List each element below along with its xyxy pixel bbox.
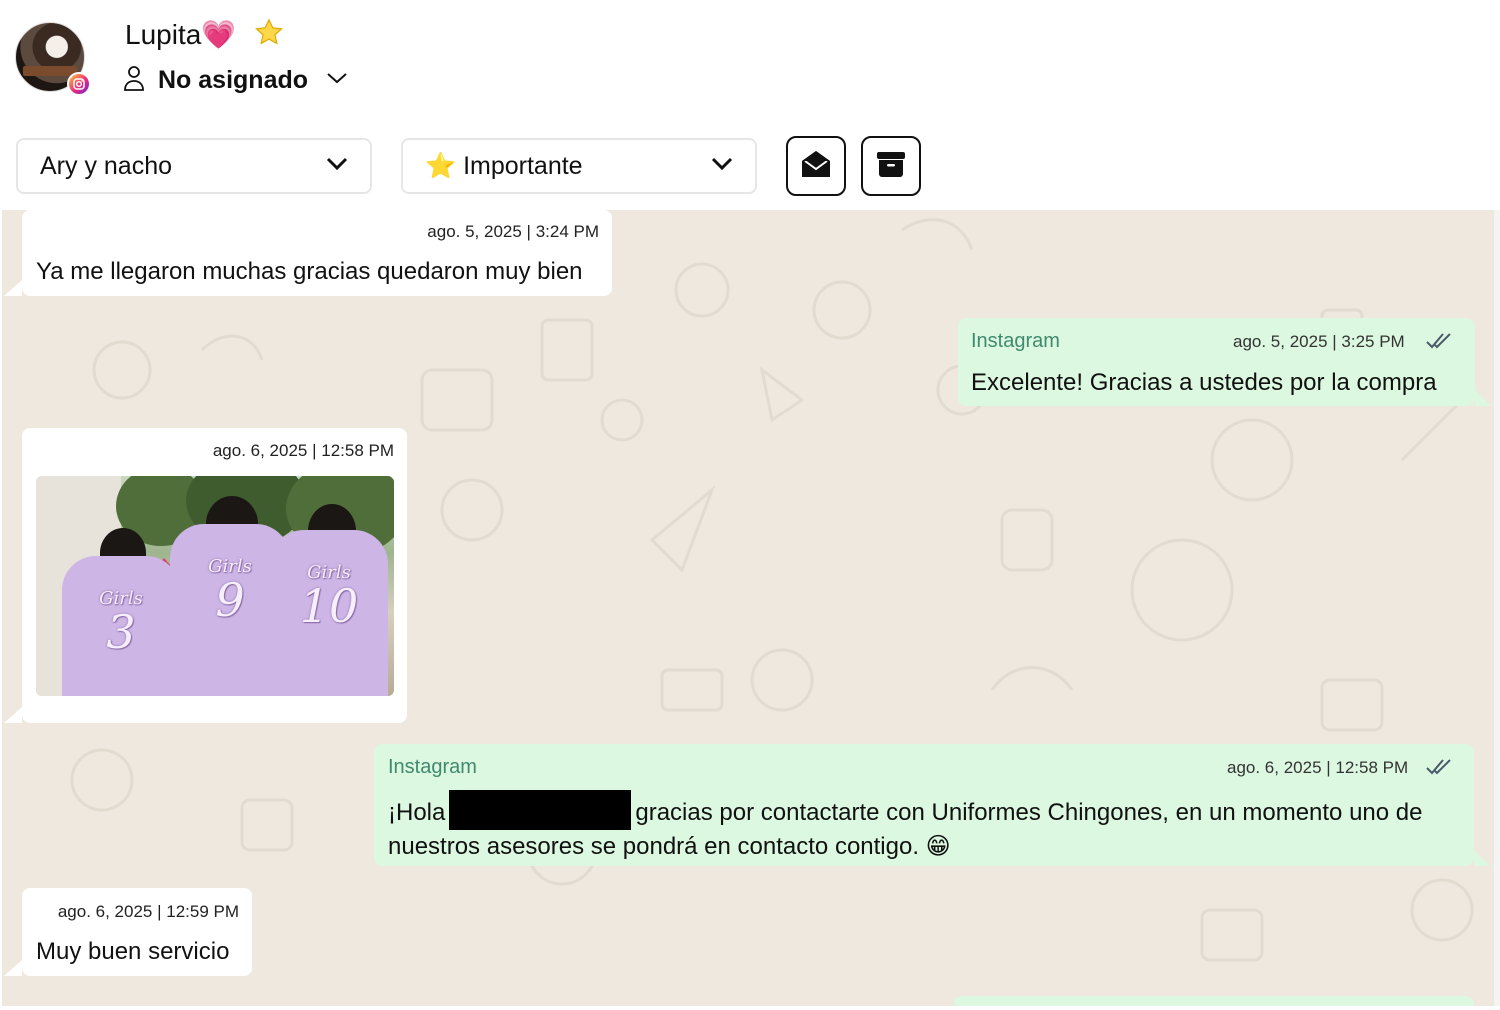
- message-outgoing-partial[interactable]: [954, 996, 1474, 1006]
- assignee-label: No asignado: [158, 66, 309, 94]
- label-select[interactable]: ⭐ Importante: [401, 138, 757, 194]
- contact-name: Lupita💗: [125, 18, 284, 53]
- message-text: Excelente! Gracias a ustedes por la comp…: [971, 369, 1437, 396]
- chevron-down-icon: [326, 71, 348, 90]
- star-icon[interactable]: [254, 18, 284, 53]
- message-outgoing[interactable]: Instagram ago. 5, 2025 | 3:25 PM Excelen…: [958, 318, 1475, 406]
- bubble-tail: [1474, 850, 1490, 866]
- message-timestamp: ago. 6, 2025 | 12:58 PM: [1227, 758, 1409, 777]
- bubble-tail: [4, 707, 22, 723]
- conversation-header: Lupita💗 No asignado Ary y nacho ⭐ Import…: [0, 0, 1500, 208]
- message-timestamp: ago. 6, 2025 | 12:58 PM: [212, 441, 394, 460]
- team-select-value: Ary y nacho: [40, 151, 173, 180]
- double-check-icon: [1426, 758, 1452, 781]
- message-text: Muy buen servicio: [36, 938, 230, 965]
- label-select-value: ⭐ Importante: [425, 151, 583, 180]
- archive-button[interactable]: [861, 136, 921, 196]
- message-timestamp: ago. 6, 2025 | 12:59 PM: [57, 902, 239, 921]
- mark-unread-icon: [800, 149, 832, 184]
- instagram-icon: [67, 72, 91, 96]
- message-incoming[interactable]: ago. 6, 2025 | 12:59 PM Muy buen servici…: [22, 888, 252, 976]
- chevron-down-icon: [711, 157, 733, 176]
- jersey: Girls 3: [62, 556, 180, 696]
- bubble-tail: [4, 960, 22, 976]
- message-timestamp: ago. 5, 2025 | 3:25 PM: [1233, 332, 1405, 351]
- double-check-icon: [1426, 332, 1452, 355]
- message-incoming-image[interactable]: ago. 6, 2025 | 12:58 PM Girls 3 Girls 9 …: [22, 428, 407, 723]
- message-incoming[interactable]: ago. 5, 2025 | 3:24 PM Ya me llegaron mu…: [22, 210, 612, 296]
- message-channel: Instagram: [388, 756, 477, 778]
- team-select[interactable]: Ary y nacho: [16, 138, 372, 194]
- contact-avatar[interactable]: [15, 22, 91, 96]
- user-icon: [122, 64, 146, 97]
- archive-icon: [876, 150, 906, 183]
- bubble-tail: [4, 280, 22, 296]
- assignee-dropdown[interactable]: No asignado: [122, 64, 348, 97]
- chat-area[interactable]: ago. 5, 2025 | 3:24 PM Ya me llegaron mu…: [2, 210, 1494, 1006]
- message-outgoing[interactable]: Instagram ago. 6, 2025 | 12:58 PM ¡Hola g…: [374, 744, 1474, 866]
- message-image[interactable]: Girls 3 Girls 9 Girls 10: [36, 476, 394, 696]
- message-text: Ya me llegaron muchas gracias quedaron m…: [36, 258, 583, 285]
- chevron-down-icon: [326, 157, 348, 176]
- mark-unread-button[interactable]: [786, 136, 846, 196]
- jersey: Girls 10: [270, 530, 388, 696]
- bubble-tail: [1475, 390, 1491, 406]
- redacted-name: [449, 790, 632, 830]
- chat-scrollbar[interactable]: [1494, 210, 1500, 1006]
- message-channel: Instagram: [971, 330, 1060, 352]
- message-text: ¡Hola gracias por contactarte con Uniform…: [388, 790, 1468, 864]
- message-timestamp: ago. 5, 2025 | 3:24 PM: [427, 222, 599, 241]
